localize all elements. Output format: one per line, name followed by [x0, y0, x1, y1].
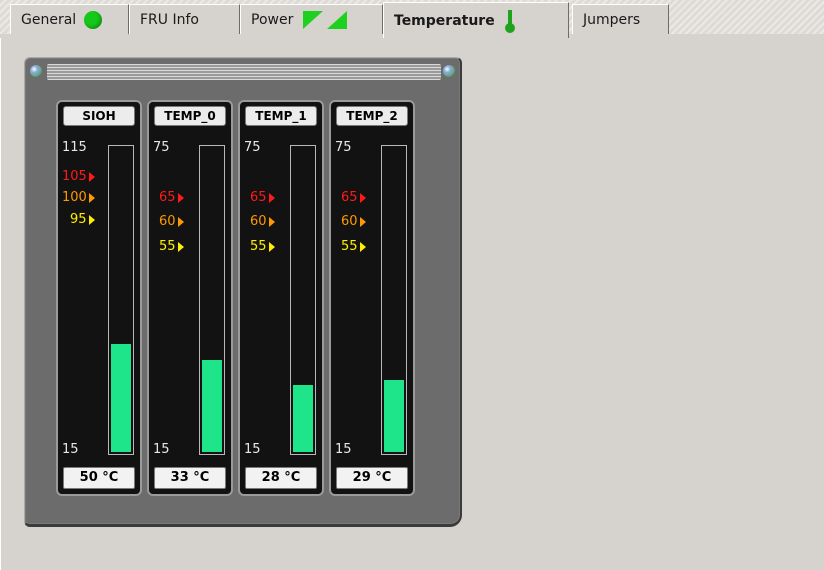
threshold-minor-value: 55 [159, 239, 176, 254]
threshold-marker-icon [88, 214, 95, 225]
threshold-major-value: 100 [62, 190, 87, 205]
threshold-marker-icon [268, 216, 275, 227]
threshold-marker-icon [359, 241, 366, 252]
threshold-critical: 65 [159, 190, 184, 205]
panel-drag-handle[interactable] [47, 64, 441, 80]
threshold-minor: 55 [159, 239, 184, 254]
sensor-gauge-temp-1: TEMP_1 75 65 60 55 15 28 °C [238, 100, 324, 496]
threshold-major-value: 60 [341, 214, 358, 229]
temperature-reading: 29 °C [336, 467, 408, 489]
tab-fru-info-label: FRU Info [140, 11, 199, 28]
temperature-bar [199, 145, 225, 455]
scale-max-label: 75 [335, 140, 352, 155]
power-triangles-icon [303, 10, 348, 29]
threshold-critical: 105 [62, 169, 95, 184]
threshold-critical-value: 105 [62, 169, 87, 184]
threshold-major-value: 60 [250, 214, 267, 229]
tab-power[interactable]: Power [240, 4, 383, 34]
threshold-critical: 65 [341, 190, 366, 205]
green-status-dot-icon [84, 10, 103, 29]
threshold-minor-value: 55 [250, 239, 267, 254]
temperature-bar-fill [202, 359, 222, 452]
tab-jumpers[interactable]: Jumpers [572, 4, 669, 34]
threshold-minor-value: 55 [341, 239, 358, 254]
threshold-major: 60 [159, 214, 184, 229]
tab-jumpers-label: Jumpers [583, 11, 641, 28]
temperature-bar-fill [293, 385, 313, 452]
temperature-reading: 28 °C [245, 467, 317, 489]
threshold-critical-value: 65 [341, 190, 358, 205]
scale-max-label: 75 [244, 140, 261, 155]
scale-max-label: 75 [153, 140, 170, 155]
threshold-marker-icon [268, 192, 275, 203]
temperature-bar-fill [111, 344, 131, 452]
scale-min-label: 15 [62, 442, 79, 457]
thermometer-icon [504, 9, 515, 33]
panel-knob-icon [443, 65, 455, 77]
threshold-marker-icon [268, 241, 275, 252]
sensor-gauge-temp-0: TEMP_0 75 65 60 55 15 33 °C [147, 100, 233, 496]
temperature-reading: 50 °C [63, 467, 135, 489]
threshold-minor: 95 [70, 212, 95, 227]
threshold-critical-value: 65 [159, 190, 176, 205]
sensor-name[interactable]: TEMP_1 [245, 106, 317, 126]
threshold-minor: 55 [341, 239, 366, 254]
threshold-marker-icon [177, 192, 184, 203]
sensor-gauge-temp-2: TEMP_2 75 65 60 55 15 29 °C [329, 100, 415, 496]
temperature-bar [108, 145, 134, 455]
temperature-reading: 33 °C [154, 467, 226, 489]
tab-general-label: General [21, 11, 77, 28]
page-border [0, 38, 7, 570]
temperature-bar-fill [384, 380, 404, 452]
threshold-marker-icon [359, 192, 366, 203]
threshold-marker-icon [359, 216, 366, 227]
threshold-major: 100 [62, 190, 95, 205]
tab-temperature[interactable]: Temperature [383, 2, 569, 38]
threshold-marker-icon [88, 192, 95, 203]
panel-knob-icon [30, 65, 42, 77]
threshold-critical: 65 [250, 190, 275, 205]
scale-max-label: 115 [62, 140, 87, 155]
sensor-name[interactable]: TEMP_0 [154, 106, 226, 126]
temperature-bar [381, 145, 407, 455]
scale-min-label: 15 [244, 442, 261, 457]
threshold-major-value: 60 [159, 214, 176, 229]
threshold-marker-icon [177, 241, 184, 252]
temperature-panel: SIOH 115 105 100 95 15 50 °C TEMP_0 75 6… [24, 57, 462, 527]
tab-general[interactable]: General [10, 4, 129, 34]
threshold-minor: 55 [250, 239, 275, 254]
threshold-marker-icon [177, 216, 184, 227]
threshold-major: 60 [341, 214, 366, 229]
tab-power-label: Power [251, 11, 294, 28]
threshold-minor-value: 95 [70, 212, 87, 227]
sensor-name[interactable]: SIOH [63, 106, 135, 126]
scale-min-label: 15 [153, 442, 170, 457]
tab-fru-info[interactable]: FRU Info [129, 4, 240, 34]
temperature-bar [290, 145, 316, 455]
scale-min-label: 15 [335, 442, 352, 457]
threshold-major: 60 [250, 214, 275, 229]
sensor-name[interactable]: TEMP_2 [336, 106, 408, 126]
tab-temperature-label: Temperature [394, 12, 495, 29]
sensor-gauge-sioh: SIOH 115 105 100 95 15 50 °C [56, 100, 142, 496]
threshold-marker-icon [88, 171, 95, 182]
threshold-critical-value: 65 [250, 190, 267, 205]
